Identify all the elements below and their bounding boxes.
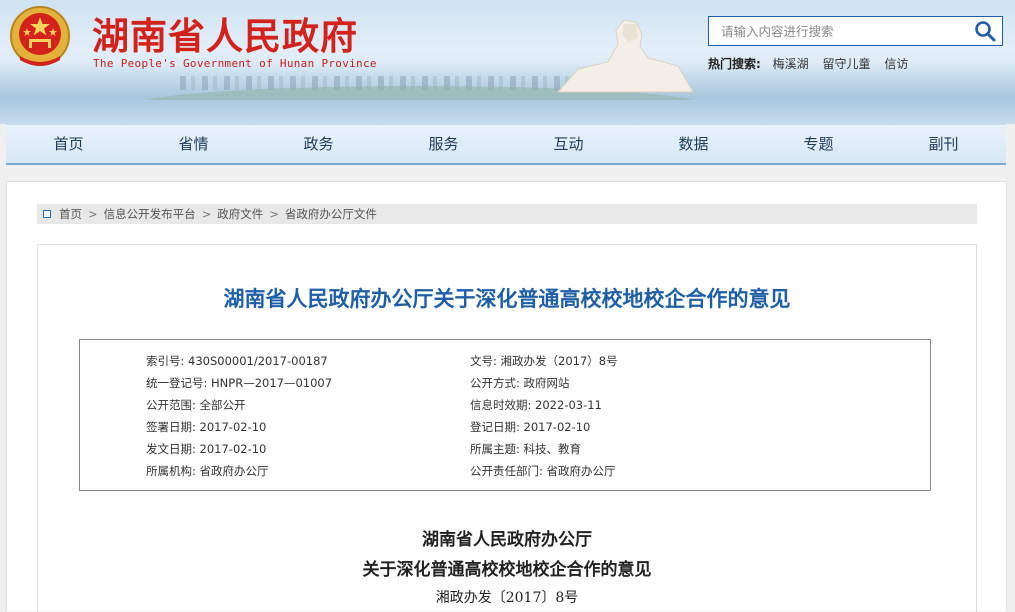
site-header: 湖南省人民政府 The People's Government of Hunan…	[0, 0, 1015, 124]
nav-item-interaction[interactable]: 互动	[506, 125, 631, 163]
breadcrumb-separator: >	[269, 207, 279, 221]
article-title: 湖南省人民政府办公厅关于深化普通高校校地校企合作的意见	[223, 287, 791, 311]
hot-search-link[interactable]: 梅溪湖	[773, 57, 809, 71]
document-number: 湘政办发〔2017〕8号	[435, 590, 579, 606]
breadcrumb-link[interactable]: 信息公开发布平台	[104, 207, 196, 221]
meta-issue-date: 发文日期: 2017-02-10	[146, 442, 267, 456]
document-metadata-table: 索引号: 430S00001/2017-00187 文号: 湘政办发（2017）…	[79, 339, 931, 491]
meta-publish-method: 公开方式: 政府网站	[470, 376, 570, 390]
nav-item-topics[interactable]: 专题	[756, 125, 881, 163]
breadcrumb-separator: >	[88, 207, 98, 221]
hot-search-link[interactable]: 信访	[884, 57, 908, 71]
article: 湖南省人民政府办公厅关于深化普通高校校地校企合作的意见 索引号: 430S000…	[37, 244, 977, 612]
meta-agency: 所属机构: 省政府办公厅	[146, 464, 269, 478]
nav-item-services[interactable]: 服务	[381, 125, 506, 163]
content-panel: 首页 > 信息公开发布平台 > 政府文件 > 省政府办公厅文件 湖南省人民政府办公厅关于深化…	[6, 181, 1007, 612]
hot-search-link[interactable]: 留守儿童	[822, 57, 870, 71]
nav-item-government[interactable]: 政务	[256, 125, 381, 163]
search-box	[708, 16, 1003, 46]
hot-search-label: 热门搜索:	[708, 57, 761, 71]
meta-scope: 公开范围: 全部公开	[146, 398, 246, 412]
breadcrumb-link[interactable]: 政府文件	[217, 207, 263, 221]
location-icon	[43, 209, 51, 218]
meta-index-no: 索引号: 430S00001/2017-00187	[146, 354, 328, 368]
site-subtitle: The People's Government of Hunan Provinc…	[93, 57, 377, 70]
meta-topic: 所属主题: 科技、教育	[470, 442, 582, 456]
meta-responsible-dept: 公开责任部门: 省政府办公厅	[470, 464, 616, 478]
nav-item-supplement[interactable]: 副刊	[881, 125, 1006, 163]
meta-register-date: 登记日期: 2017-02-10	[470, 420, 591, 434]
statue-image	[556, 19, 694, 93]
header-banner-water	[0, 100, 1015, 124]
nav-item-data[interactable]: 数据	[631, 125, 756, 163]
breadcrumb-link[interactable]: 首页	[59, 207, 82, 221]
meta-signed-date: 签署日期: 2017-02-10	[146, 420, 267, 434]
site-title[interactable]: 湖南省人民政府	[92, 6, 358, 60]
search-icon[interactable]	[974, 20, 996, 42]
meta-valid-until: 信息时效期: 2022-03-11	[470, 398, 602, 412]
nav-item-province[interactable]: 省情	[131, 125, 256, 163]
hot-search: 热门搜索: 梅溪湖 留守儿童 信访	[708, 55, 918, 72]
breadcrumb-link[interactable]: 省政府办公厅文件	[285, 207, 377, 221]
search-input[interactable]	[709, 17, 971, 45]
national-emblem-icon	[10, 6, 70, 66]
breadcrumb: 首页 > 信息公开发布平台 > 政府文件 > 省政府办公厅文件	[37, 204, 977, 224]
document-heading-title: 关于深化普通高校校地校企合作的意见	[362, 560, 652, 580]
main-nav: 首页 省情 政务 服务 互动 数据 专题 副刊	[6, 124, 1006, 165]
document-heading-issuer: 湖南省人民政府办公厅	[422, 530, 592, 550]
nav-item-home[interactable]: 首页	[6, 125, 131, 163]
meta-register-no: 统一登记号: HNPR—2017—01007	[146, 376, 333, 390]
breadcrumb-separator: >	[201, 207, 212, 221]
meta-doc-no: 文号: 湘政办发（2017）8号	[470, 354, 618, 368]
